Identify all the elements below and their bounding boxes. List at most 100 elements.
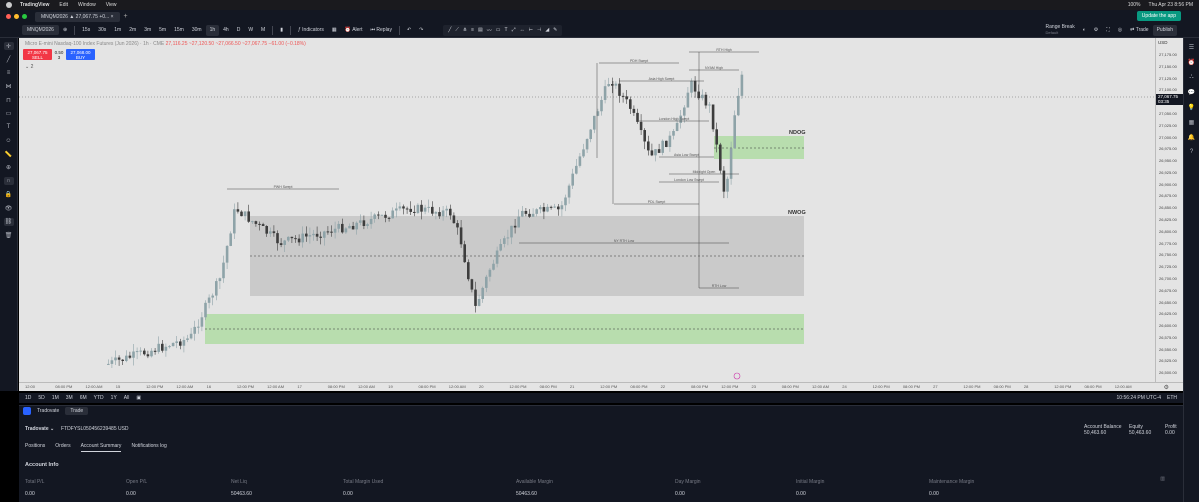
- help-icon[interactable]: ?: [1187, 149, 1196, 157]
- interval-30m[interactable]: 30m: [188, 25, 206, 36]
- ruler-icon[interactable]: 📏: [4, 150, 14, 158]
- period-1d[interactable]: 1D: [25, 395, 31, 401]
- panel-trade-button[interactable]: Trade: [65, 407, 89, 415]
- close-window-button[interactable]: [6, 14, 11, 19]
- eye-icon[interactable]: 👁: [4, 204, 14, 212]
- zoom-window-button[interactable]: [22, 14, 27, 19]
- publish-button[interactable]: Publish: [1152, 24, 1177, 36]
- period-1m[interactable]: 1M: [52, 395, 59, 401]
- channel-icon[interactable]: ▤: [478, 27, 483, 33]
- ray-icon[interactable]: ⟋: [455, 27, 459, 33]
- magnet-icon[interactable]: ∩: [3, 177, 14, 185]
- axis-settings-icon[interactable]: ⚙: [1164, 384, 1169, 391]
- period-6m[interactable]: 6M: [80, 395, 87, 401]
- broker-select[interactable]: Tradovate ⌄: [25, 426, 54, 432]
- interval-2m[interactable]: 2m: [125, 25, 140, 36]
- tab-account-summary[interactable]: Account Summary: [80, 443, 122, 452]
- pattern-tool-icon[interactable]: ⋈: [4, 83, 14, 91]
- update-app-button[interactable]: Update the app: [1136, 11, 1181, 21]
- menu-edit[interactable]: Edit: [59, 2, 68, 8]
- forecast-icon[interactable]: ◢: [545, 27, 549, 33]
- interval-w[interactable]: W: [244, 25, 257, 36]
- period-all[interactable]: All: [124, 395, 130, 401]
- link-icon[interactable]: ⛓: [3, 217, 14, 226]
- templates-icon[interactable]: ▦: [328, 25, 341, 36]
- menu-view[interactable]: View: [106, 2, 117, 8]
- date-range-icon[interactable]: ↔: [520, 27, 525, 33]
- fib-tool-icon[interactable]: ≡: [4, 69, 14, 77]
- short-position-icon[interactable]: ⊣: [537, 27, 541, 33]
- watchlist-icon[interactable]: ☰: [1187, 44, 1196, 52]
- tab-orders[interactable]: Orders: [55, 443, 70, 452]
- interval-4h[interactable]: 4h: [219, 25, 233, 36]
- cursor-icon[interactable]: ✛: [3, 42, 14, 50]
- redo-icon[interactable]: ↷: [415, 25, 427, 36]
- period-1y[interactable]: 1Y: [111, 395, 117, 401]
- minimize-window-button[interactable]: [14, 14, 19, 19]
- emoji-icon[interactable]: ☺: [4, 137, 14, 145]
- long-position-icon[interactable]: ⊢: [529, 27, 533, 33]
- chart-canvas[interactable]: PWH Swept PDH Swept Asia High Swept RTH Hig…: [19, 38, 1155, 382]
- period-3m[interactable]: 3M: [66, 395, 73, 401]
- interval-1m[interactable]: 1m: [110, 25, 125, 36]
- menu-app[interactable]: TradingView: [20, 2, 49, 8]
- rectangle-icon[interactable]: ▭: [496, 27, 501, 33]
- broker-tab[interactable]: Tradovate: [37, 408, 59, 414]
- tab-positions[interactable]: Positions: [25, 443, 45, 452]
- interval-5m[interactable]: 5m: [155, 25, 170, 36]
- alert-button[interactable]: ⏰ Alert: [341, 25, 367, 36]
- undo-icon[interactable]: ↶: [403, 25, 415, 36]
- layout-toggle-icon[interactable]: ◐: [1079, 25, 1090, 36]
- column-settings-icon[interactable]: ▥: [1160, 476, 1165, 482]
- chart-settings-icon[interactable]: ⚙: [1090, 25, 1102, 36]
- spread-qty[interactable]: 0.50 3: [52, 49, 66, 60]
- fib-icon[interactable]: ≡: [471, 27, 474, 33]
- tab-notifications-log[interactable]: Notifications log: [131, 443, 166, 452]
- text-icon[interactable]: T: [4, 123, 14, 131]
- path-icon[interactable]: 〰: [487, 27, 492, 34]
- interval-15m[interactable]: 15m: [170, 25, 188, 36]
- interval-m[interactable]: M: [257, 25, 269, 36]
- period-ytd[interactable]: YTD: [94, 395, 104, 401]
- line-tool-icon[interactable]: ╱: [4, 56, 14, 64]
- measure-icon[interactable]: ⤢: [512, 27, 516, 33]
- object-tree-icon[interactable]: ⛬: [1187, 74, 1196, 82]
- range-break-button[interactable]: Range Break Default: [1042, 24, 1079, 36]
- brush-icon[interactable]: ✎: [553, 27, 557, 33]
- interval-3m[interactable]: 3m: [140, 25, 155, 36]
- zoom-in-icon[interactable]: ⊕: [4, 164, 14, 172]
- interval-15s[interactable]: 15s: [78, 25, 94, 36]
- projection-tool-icon[interactable]: ⊓: [4, 96, 14, 104]
- symbol-search-button[interactable]: MNQM2026: [22, 25, 59, 35]
- shape-tool-icon[interactable]: ▭: [4, 110, 14, 118]
- chart-tab[interactable]: MNQM2026 ▲ 27,067.75 +0... ×: [35, 11, 120, 22]
- buy-button[interactable]: 27,068.00 BUY: [66, 49, 95, 60]
- trade-button[interactable]: ⇄ Trade: [1126, 25, 1152, 36]
- session-label[interactable]: ETH: [1167, 395, 1177, 401]
- utc-clock[interactable]: 10:56:24 PM UTC-4: [1117, 395, 1161, 401]
- time-axis[interactable]: 12:00 08:00 PM 12:00 AM 15 12:00 PM 12:00 AM 1…: [19, 382, 1183, 391]
- interval-1h[interactable]: 1h: [205, 24, 220, 36]
- price-axis[interactable]: USD 27,175.00 27,150.00 27,125.00 27,100.00…: [1155, 38, 1184, 382]
- lock-drawings-icon[interactable]: 🔒: [4, 191, 14, 199]
- calendar-icon[interactable]: ▦: [1187, 119, 1196, 127]
- pitchfork-icon[interactable]: ⋔: [463, 27, 467, 33]
- compare-icon[interactable]: ⊕: [59, 25, 71, 36]
- snapshot-icon[interactable]: ◎: [1114, 25, 1126, 36]
- ideas-icon[interactable]: 💡: [1187, 104, 1196, 112]
- notifications-icon[interactable]: 🔔: [1187, 134, 1196, 142]
- goto-date-icon[interactable]: ▣: [136, 395, 141, 401]
- menu-window[interactable]: Window: [78, 2, 96, 8]
- candle-style-icon[interactable]: ▮: [276, 25, 287, 36]
- interval-d[interactable]: D: [233, 25, 245, 36]
- apple-icon[interactable]: [6, 2, 12, 8]
- legend-collapse[interactable]: ⌄ 2: [25, 64, 33, 70]
- alerts-icon[interactable]: ⏰: [1187, 59, 1196, 67]
- indicators-button[interactable]: ƒ Indicators: [294, 25, 328, 36]
- interval-30s[interactable]: 30s: [94, 25, 110, 36]
- period-5d[interactable]: 5D: [38, 395, 44, 401]
- currency-label[interactable]: USD: [1158, 40, 1168, 45]
- sell-button[interactable]: 27,067.75 SELL: [23, 49, 52, 60]
- chat-icon[interactable]: 💬: [1187, 89, 1196, 97]
- new-tab-icon[interactable]: +: [124, 13, 128, 20]
